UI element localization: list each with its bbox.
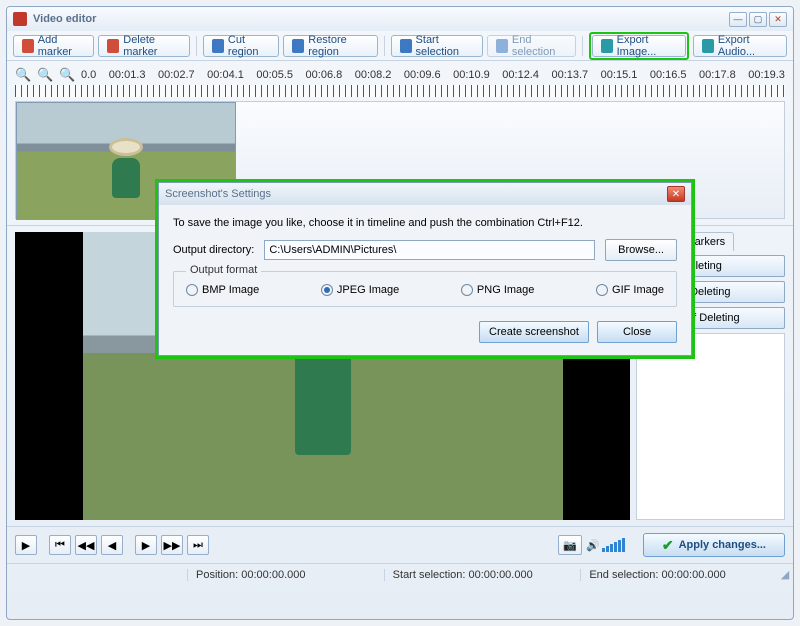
playback-controls: ▶ ⏮ ◀◀ ◀ ▶ ▶▶ ⏭ 📷 🔊 ✔Apply changes... [7,526,793,563]
delete-marker-button[interactable]: Delete marker [98,35,190,57]
maximize-button[interactable]: ▢ [749,12,767,27]
dialog-titlebar: Screenshot's Settings ✕ [159,183,691,205]
snapshot-button[interactable]: 📷 [558,535,582,555]
start-selection-button[interactable]: Start selection [391,35,483,57]
export-image-highlight: Export Image... [589,32,689,60]
add-marker-button[interactable]: Add marker [13,35,94,57]
toolbar: Add marker Delete marker Cut region Rest… [7,31,793,61]
zoom-out-icon[interactable]: 🔍 [37,67,53,83]
timeline-ruler[interactable] [15,85,785,97]
app-icon [13,12,27,26]
radio-bmp[interactable]: BMP Image [186,284,259,296]
create-screenshot-button[interactable]: Create screenshot [479,321,589,343]
export-audio-icon [702,39,714,53]
status-end: End selection: 00:00:00.000 [580,569,777,581]
flag-icon [22,39,34,53]
dialog-close-button[interactable]: ✕ [667,186,685,202]
step-back-button[interactable]: ◀ [101,535,123,555]
radio-jpeg[interactable]: JPEG Image [321,284,399,296]
export-audio-button[interactable]: Export Audio... [693,35,787,57]
next-frame-button[interactable]: ▶▶ [161,535,183,555]
zoom-in-icon[interactable]: 🔍 [15,67,31,83]
dialog-close-action-button[interactable]: Close [597,321,677,343]
export-image-button[interactable]: Export Image... [592,35,686,57]
end-selection-button[interactable]: End selection [487,35,576,57]
window-title: Video editor [33,13,96,25]
restore-region-button[interactable]: Restore region [283,35,377,57]
titlebar: Video editor — ▢ ✕ [7,7,793,31]
resize-grip[interactable]: ◢ [777,568,793,581]
time-labels: 0.000:01.300:02.700:04.100:05.500:06.800… [81,69,785,81]
first-frame-button[interactable]: ⏮ [49,535,71,555]
video-editor-window: Video editor — ▢ ✕ Add marker Delete mar… [6,6,794,620]
status-position: Position: 00:00:00.000 [187,569,384,581]
output-dir-input[interactable] [264,240,595,260]
zoom-fit-icon[interactable]: 🔍 [59,67,75,83]
output-format-label: Output format [186,264,261,276]
output-format-group: Output format BMP Image JPEG Image PNG I… [173,271,677,307]
dialog-hint: To save the image you like, choose it in… [173,217,677,229]
apply-changes-button[interactable]: ✔Apply changes... [643,533,785,557]
radio-gif[interactable]: GIF Image [596,284,664,296]
start-selection-icon [400,39,412,53]
step-fwd-button[interactable]: ▶ [135,535,157,555]
dialog-title: Screenshot's Settings [165,188,271,200]
end-selection-icon [496,39,508,53]
export-image-icon [601,39,612,53]
radio-png[interactable]: PNG Image [461,284,534,296]
areas-list[interactable] [636,333,785,520]
check-icon: ✔ [662,537,674,554]
status-bar: Position: 00:00:00.000 Start selection: … [7,563,793,585]
last-frame-button[interactable]: ⏭ [187,535,209,555]
output-dir-label: Output directory: [173,244,254,256]
dialog-highlight: Screenshot's Settings ✕ To save the imag… [155,179,695,359]
cut-region-button[interactable]: Cut region [203,35,279,57]
browse-button[interactable]: Browse... [605,239,677,261]
speaker-icon: 🔊 [586,539,600,552]
screenshot-settings-dialog: Screenshot's Settings ✕ To save the imag… [158,182,692,356]
minimize-button[interactable]: — [729,12,747,27]
close-button[interactable]: ✕ [769,12,787,27]
volume-control[interactable]: 🔊 [586,538,625,552]
prev-frame-button[interactable]: ◀◀ [75,535,97,555]
scissors-icon [212,39,224,53]
status-start: Start selection: 00:00:00.000 [384,569,581,581]
delete-flag-icon [107,39,119,53]
restore-icon [292,39,304,53]
play-button[interactable]: ▶ [15,535,37,555]
